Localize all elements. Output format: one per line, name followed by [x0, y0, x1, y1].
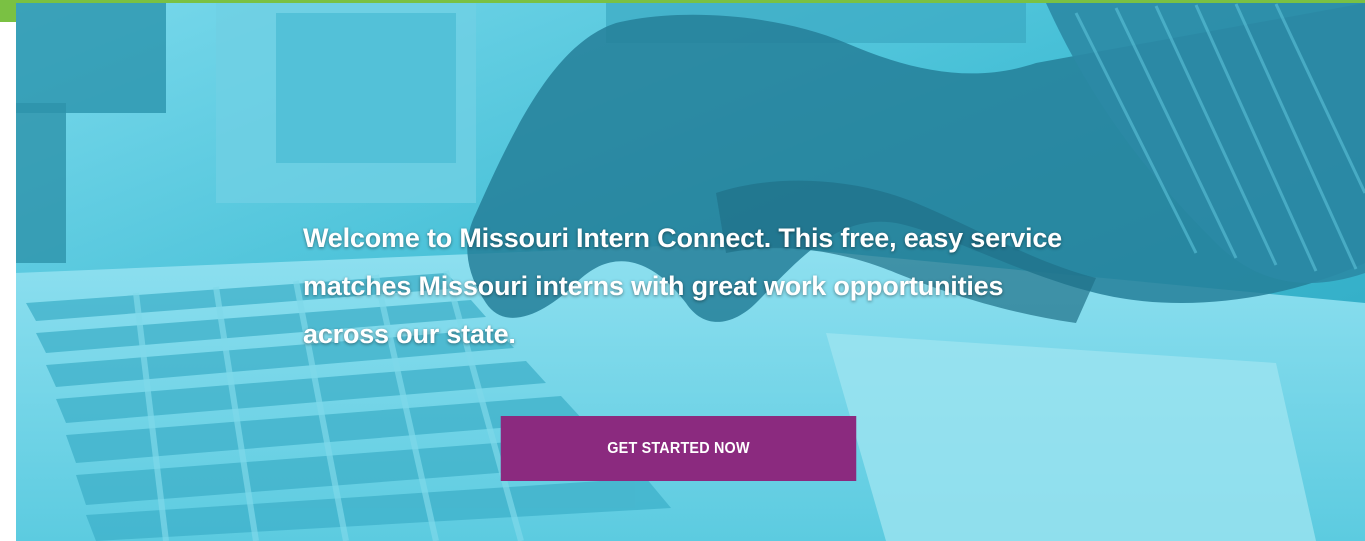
- get-started-button[interactable]: GET STARTED NOW: [500, 416, 857, 481]
- hero-banner: Welcome to Missouri Intern Connect. This…: [0, 0, 1365, 541]
- top-accent-strip: [0, 0, 1365, 3]
- left-edge-strip: [0, 0, 16, 541]
- welcome-message: Welcome to Missouri Intern Connect. This…: [303, 223, 1062, 349]
